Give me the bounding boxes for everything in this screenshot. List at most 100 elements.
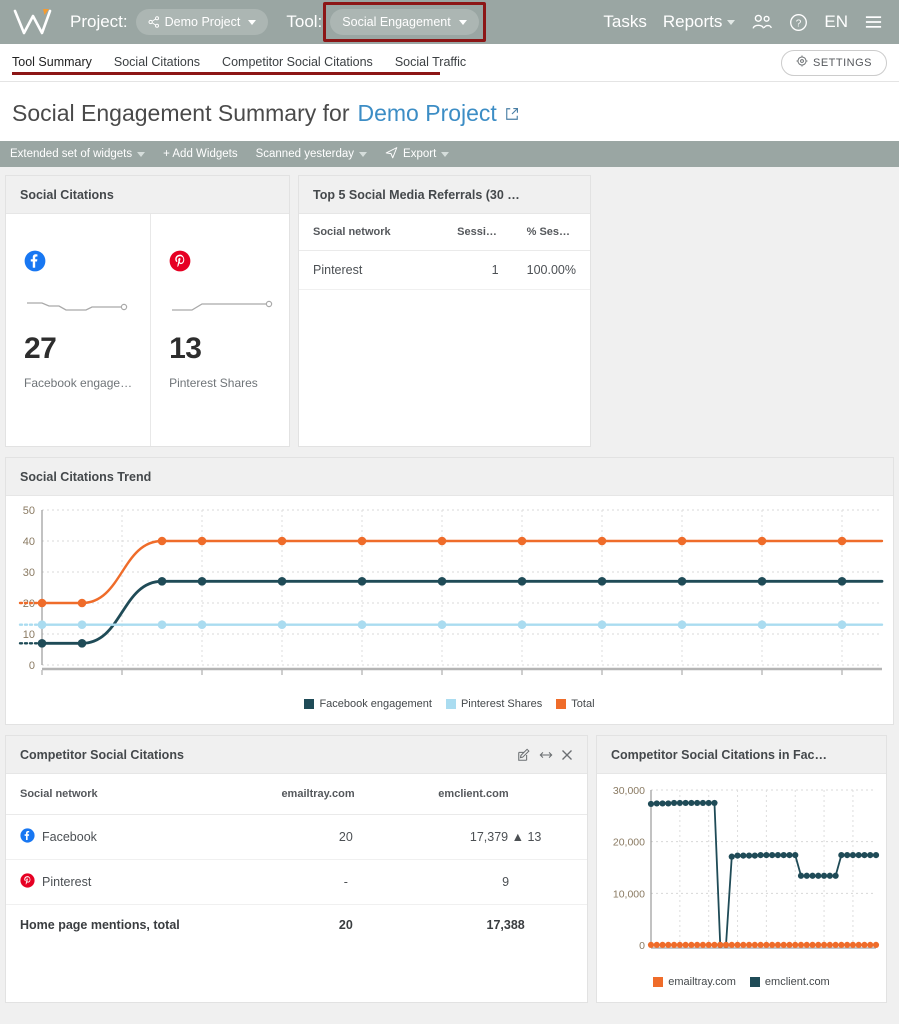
cell-emailtray: - [267, 859, 425, 905]
legend-item-emailtray[interactable]: emailtray.com [653, 976, 736, 988]
tool-selector[interactable]: Social Engagement [330, 9, 479, 35]
metric-value-pinterest: 13 [169, 332, 202, 365]
tool-selector-wrapper: Social Engagement [323, 2, 486, 42]
edit-icon[interactable] [517, 748, 531, 762]
col-social-network[interactable]: Social network [6, 774, 268, 815]
legend-label: Total [571, 698, 595, 710]
svg-text:?: ? [796, 18, 802, 29]
tab-bar: Tool Summary Social Citations Competitor… [0, 44, 899, 82]
nav-tasks[interactable]: Tasks [603, 12, 646, 32]
nav-reports[interactable]: Reports [663, 12, 736, 32]
legend-swatch [556, 699, 567, 709]
widget-header: Top 5 Social Media Referrals (30 … [299, 176, 590, 214]
external-link-icon[interactable] [505, 107, 519, 121]
close-icon[interactable] [561, 749, 573, 761]
col-emclient[interactable]: emclient.com [424, 774, 587, 815]
hamburger-menu-icon[interactable] [864, 14, 883, 30]
competitor-table: Social network emailtray.com emclient.co… [6, 774, 587, 945]
users-icon[interactable] [751, 13, 773, 31]
trend-chart-svg[interactable]: 01020304050 [10, 502, 890, 687]
table-header-row: Social network Sessi… % Ses… [299, 214, 590, 251]
widget-social-citations-trend: Social Citations Trend 0 10 20 30 40 50 Faceb… [5, 457, 894, 725]
webceo-logo[interactable] [12, 6, 54, 38]
export-label: Export [403, 148, 437, 160]
top-nav-right-group: Tasks Reports ? EN [603, 12, 887, 32]
dashboard-row-2: Social Citations Trend 0 10 20 30 40 50 Faceb… [5, 457, 894, 725]
widget-top-social-referrals: Top 5 Social Media Referrals (30 … Socia… [298, 175, 591, 447]
annotation-underline [12, 72, 440, 75]
widget-tools [517, 748, 573, 762]
gear-icon [796, 55, 808, 70]
referrals-table: Social network Sessi… % Ses… Pinterest 1… [299, 214, 590, 290]
col-pct-sessions[interactable]: % Ses… [512, 214, 590, 251]
help-icon[interactable]: ? [789, 13, 808, 32]
svg-text:0: 0 [639, 940, 645, 952]
add-widgets-button[interactable]: + Add Widgets [163, 148, 255, 160]
table-header-row: Social network emailtray.com emclient.co… [6, 774, 587, 815]
trend-chart-legend: Facebook engagement Pinterest Shares Tot… [10, 692, 889, 720]
metric-card-pinterest: 13 Pinterest Shares [150, 214, 295, 446]
table-total-row: Home page mentions, total 20 17,388 [6, 905, 587, 946]
table-body: Facebook 20 17,379 ▲ 13 Pinterest - 9 Ho… [6, 814, 587, 946]
svg-text:0: 0 [29, 660, 35, 672]
widget-set-selector[interactable]: Extended set of widgets [10, 148, 163, 160]
legend-label: Facebook engagement [319, 698, 432, 710]
settings-button[interactable]: SETTINGS [780, 49, 887, 76]
tab-social-traffic[interactable]: Social Traffic [395, 55, 466, 71]
project-selector-value: Demo Project [164, 15, 241, 29]
svg-text:10: 10 [23, 629, 35, 641]
legend-item-emclient[interactable]: emclient.com [749, 976, 830, 988]
sparkline-facebook [24, 295, 132, 322]
chevron-down-icon [441, 151, 450, 157]
metric-value-facebook: 27 [24, 332, 57, 365]
page-title-project-link[interactable]: Demo Project [358, 100, 497, 127]
pinterest-icon [20, 873, 35, 891]
legend-label: emailtray.com [668, 976, 736, 988]
competitor-chart-svg[interactable]: 0 10,000 20,000 30,000 [601, 780, 884, 965]
competitor-chart-area: 0 10,000 20,000 30,000 emailtray.com emclie… [597, 774, 886, 1002]
tab-tool-summary[interactable]: Tool Summary [12, 55, 92, 71]
svg-text:40: 40 [23, 536, 35, 548]
legend-item-total[interactable]: Total [556, 698, 595, 710]
legend-item-pinterest-shares[interactable]: Pinterest Shares [445, 698, 543, 710]
pinterest-icon [169, 250, 191, 277]
trend-up-icon: ▲ [511, 830, 524, 844]
cell-total-emclient: 17,388 [486, 918, 525, 932]
facebook-icon [20, 828, 35, 846]
emclient-delta: 13 [527, 830, 542, 844]
legend-label: Pinterest Shares [460, 698, 543, 710]
col-social-network[interactable]: Social network [299, 214, 444, 251]
col-sessions[interactable]: Sessi… [443, 214, 513, 251]
top-navigation-bar: Project: Demo Project Tool: Social Engag… [0, 0, 899, 44]
widget-header: Social Citations Trend [6, 458, 893, 496]
widget-title: Competitor Social Citations in Fac… [611, 747, 827, 762]
legend-item-facebook-engagement[interactable]: Facebook engagement [304, 698, 432, 710]
project-selector[interactable]: Demo Project [135, 9, 269, 35]
network-cell: Pinterest [20, 873, 253, 891]
page-title-prefix: Social Engagement Summary for [12, 100, 350, 126]
svg-text:30: 30 [23, 567, 35, 579]
col-emailtray[interactable]: emailtray.com [267, 774, 425, 815]
chevron-down-icon [359, 151, 368, 157]
tab-competitor-social-citations[interactable]: Competitor Social Citations [222, 55, 373, 71]
resize-horizontal-icon[interactable] [539, 749, 553, 761]
referrals-body: Social network Sessi… % Ses… Pinterest 1… [299, 214, 590, 446]
scan-date-selector[interactable]: Scanned yesterday [256, 148, 385, 160]
svg-text:50: 50 [23, 505, 35, 517]
settings-button-label: SETTINGS [812, 56, 872, 69]
network-name: Facebook [42, 830, 97, 844]
table-body: Pinterest 1 100.00% [299, 250, 590, 290]
widget-header: Competitor Social Citations in Fac… [597, 736, 886, 774]
legend-swatch [445, 699, 456, 709]
metric-caption-pinterest: Pinterest Shares [169, 376, 258, 390]
competitor-chart-legend: emailtray.com emclient.com [601, 970, 882, 998]
language-selector[interactable]: EN [824, 12, 848, 32]
widget-competitor-social-citations: Competitor Social Citations Social netwo… [5, 735, 588, 1003]
tab-social-citations[interactable]: Social Citations [114, 55, 200, 71]
export-button[interactable]: Export [385, 146, 467, 162]
widget-header: Competitor Social Citations [6, 736, 587, 774]
svg-text:10,000: 10,000 [613, 888, 645, 900]
table-head: Social network emailtray.com emclient.co… [6, 774, 587, 815]
chevron-down-icon [727, 19, 736, 25]
legend-swatch [653, 977, 664, 987]
